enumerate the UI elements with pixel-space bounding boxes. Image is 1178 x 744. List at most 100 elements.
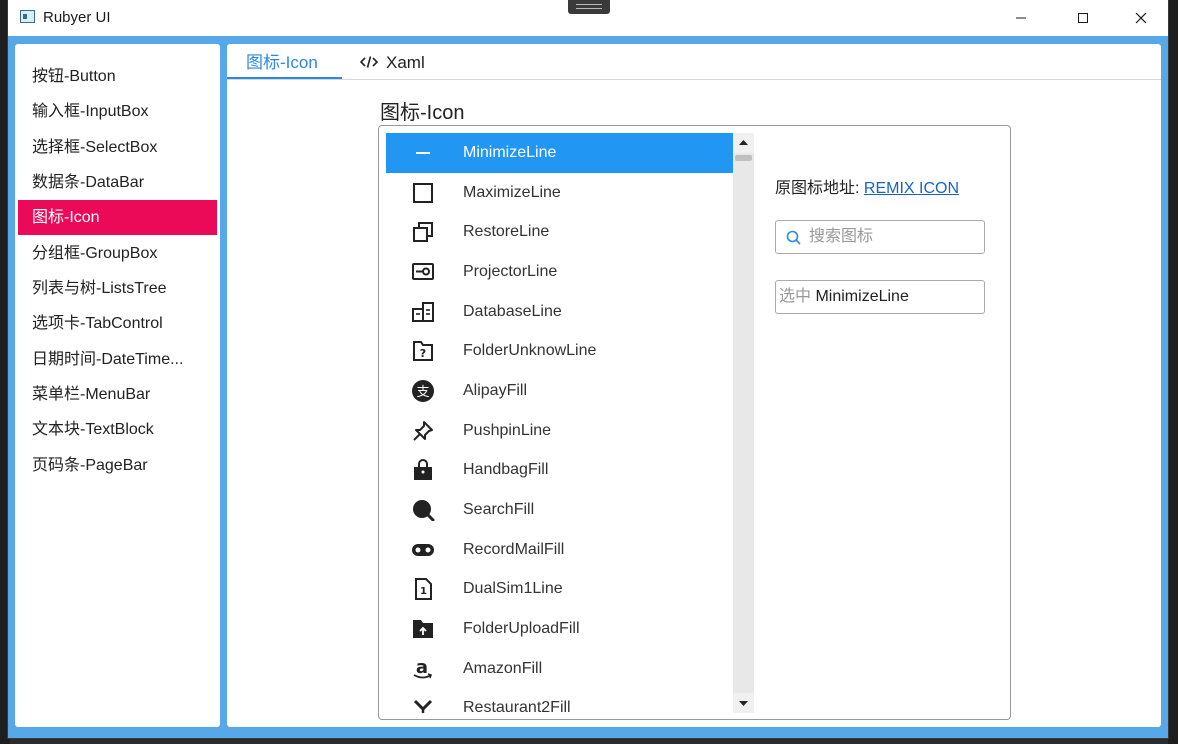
icon-name: AlipayFill — [463, 382, 528, 399]
list-item-database-line[interactable]: DatabaseLine — [386, 292, 733, 332]
close-button[interactable] — [1118, 0, 1164, 36]
main-panel: 图标-Icon Xaml 图标-Icon MinimizeLine Maximi… — [227, 44, 1161, 727]
sidebar-item-menubar[interactable]: 菜单栏-MenuBar — [18, 377, 217, 412]
pushpin-line-icon — [413, 421, 433, 441]
maximize-icon — [1078, 13, 1088, 23]
icon-name: SearchFill — [463, 501, 535, 518]
scroll-down-button[interactable] — [733, 693, 754, 713]
icon-name: PushpinLine — [463, 422, 552, 439]
svg-text:支: 支 — [416, 385, 429, 400]
section-title: 图标-Icon — [380, 102, 465, 124]
maximize-button[interactable] — [1060, 0, 1106, 36]
icon-name: DatabaseLine — [463, 303, 562, 320]
icon-name: RestoreLine — [463, 223, 550, 240]
restaurant-2-fill-icon — [413, 699, 433, 713]
handbag-fill-icon — [414, 459, 432, 480]
amazon-fill-icon: a — [413, 658, 432, 679]
icon-name: RecordMailFill — [463, 541, 565, 558]
list-item-folder-upload-fill[interactable]: FolderUploadFill — [386, 609, 733, 649]
selected-value: MinimizeLine — [815, 288, 909, 305]
sidebar-item-button[interactable]: 按钮-Button — [18, 59, 217, 94]
icon-name: MinimizeLine — [463, 144, 557, 161]
icon-name: ProjectorLine — [463, 263, 558, 280]
tab-icon[interactable]: 图标-Icon — [246, 44, 318, 80]
tab-xaml[interactable]: Xaml — [360, 44, 425, 80]
dual-sim-1-line-icon: 1 — [415, 578, 432, 600]
selected-icon-field[interactable]: 选中 MinimizeLine — [775, 280, 985, 314]
maximize-line-icon — [413, 183, 433, 203]
projector-line-icon — [412, 263, 434, 280]
icon-name: FolderUnknowLine — [463, 342, 597, 359]
sidebar-nav: 按钮-Button 输入框-InputBox 选择框-SelectBox 数据条… — [15, 44, 220, 727]
folder-upload-fill-icon — [413, 620, 433, 638]
sidebar-item-tabcontrol[interactable]: 选项卡-TabControl — [18, 306, 217, 341]
search-input[interactable] — [809, 227, 974, 247]
restore-line-icon — [413, 222, 433, 242]
icon-list[interactable]: MinimizeLine MaximizeLine RestoreLine Pr… — [386, 133, 733, 713]
svg-text:1: 1 — [420, 586, 427, 597]
minimize-line-icon — [416, 152, 430, 154]
icon-name: AmazonFill — [463, 660, 543, 677]
title-bar[interactable]: Rubyer UI — [8, 0, 1168, 36]
list-item-projector-line[interactable]: ProjectorLine — [386, 252, 733, 292]
tab-xaml-label: Xaml — [386, 53, 425, 72]
window-title: Rubyer UI — [43, 9, 111, 26]
minimize-icon — [1016, 17, 1026, 19]
sidebar-item-datetime[interactable]: 日期时间-DateTime... — [18, 342, 217, 377]
svg-text:a: a — [416, 658, 428, 678]
sidebar-item-groupbox[interactable]: 分组框-GroupBox — [18, 236, 217, 271]
scroll-thumb[interactable] — [735, 155, 752, 161]
icon-demo-card: MinimizeLine MaximizeLine RestoreLine Pr… — [378, 125, 1011, 720]
minimize-button[interactable] — [998, 0, 1044, 36]
client-area: 按钮-Button 输入框-InputBox 选择框-SelectBox 数据条… — [8, 36, 1168, 738]
arrow-down-icon — [739, 701, 748, 706]
list-item-search-fill[interactable]: SearchFill — [386, 490, 733, 530]
sidebar-item-inputbox[interactable]: 输入框-InputBox — [18, 94, 217, 129]
list-item-amazon-fill[interactable]: a AmazonFill — [386, 649, 733, 689]
sidebar-item-liststree[interactable]: 列表与树-ListsTree — [18, 271, 217, 306]
list-item-maximize-line[interactable]: MaximizeLine — [386, 173, 733, 213]
alipay-fill-icon: 支 — [412, 380, 434, 402]
close-icon — [1135, 12, 1147, 24]
svg-text:?: ? — [420, 347, 426, 360]
search-fill-icon — [413, 500, 435, 521]
icon-side-panel: 原图标地址: REMIX ICON 选中 MinimizeLine — [775, 174, 985, 314]
background-desktop-right — [1168, 0, 1178, 744]
icon-name: Restaurant2Fill — [463, 699, 571, 713]
list-item-restaurant-2-fill[interactable]: Restaurant2Fill — [386, 688, 733, 713]
record-mail-fill-icon — [412, 544, 434, 556]
search-icon — [786, 230, 801, 245]
source-label: 原图标地址: — [775, 180, 860, 197]
sidebar-item-icon[interactable]: 图标-Icon — [18, 200, 217, 235]
list-item-dual-sim-1-line[interactable]: 1 DualSim1Line — [386, 569, 733, 609]
tab-divider — [227, 79, 1161, 80]
list-scrollbar[interactable] — [733, 133, 754, 713]
icon-name: MaximizeLine — [463, 184, 561, 201]
app-icon — [20, 10, 35, 23]
list-item-pushpin-line[interactable]: PushpinLine — [386, 411, 733, 451]
folder-unknow-line-icon: ? — [413, 341, 433, 361]
app-window: Rubyer UI 按钮-Button 输入框-InputBox 选择框-Sel… — [8, 0, 1168, 738]
sidebar-item-selectbox[interactable]: 选择框-SelectBox — [18, 130, 217, 165]
sidebar-item-databar[interactable]: 数据条-DataBar — [18, 165, 217, 200]
icon-name: DualSim1Line — [463, 580, 563, 597]
remix-icon-link[interactable]: REMIX ICON — [864, 180, 959, 197]
arrow-up-icon — [739, 140, 748, 145]
selected-prefix: 选中 — [779, 288, 812, 305]
list-item-alipay-fill[interactable]: 支 AlipayFill — [386, 371, 733, 411]
search-field[interactable] — [775, 220, 985, 254]
icon-name: FolderUploadFill — [463, 620, 580, 637]
database-line-icon — [412, 302, 434, 322]
code-icon — [360, 56, 378, 68]
sidebar-item-textblock[interactable]: 文本块-TextBlock — [18, 412, 217, 447]
list-item-restore-line[interactable]: RestoreLine — [386, 212, 733, 252]
sidebar-item-pagebar[interactable]: 页码条-PageBar — [18, 448, 217, 483]
list-item-minimize-line[interactable]: MinimizeLine — [386, 133, 733, 173]
source-line: 原图标地址: REMIX ICON — [775, 174, 959, 198]
list-item-record-mail-fill[interactable]: RecordMailFill — [386, 530, 733, 570]
drag-grip-handle[interactable] — [568, 0, 610, 14]
scroll-up-button[interactable] — [733, 133, 754, 153]
list-item-folder-unknow-line[interactable]: ? FolderUnknowLine — [386, 331, 733, 371]
list-item-handbag-fill[interactable]: HandbagFill — [386, 450, 733, 490]
icon-name: HandbagFill — [463, 461, 549, 478]
